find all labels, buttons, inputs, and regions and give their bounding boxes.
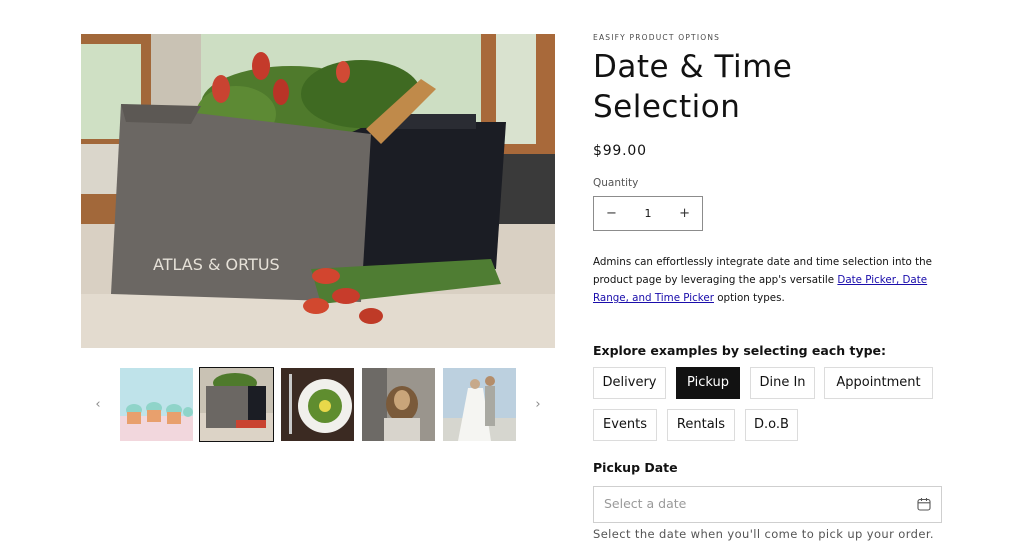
option-dob-button[interactable]: D.o.B <box>745 409 798 441</box>
thumbnail-next-icon[interactable]: › <box>528 395 548 415</box>
dog-image <box>362 368 435 441</box>
option-rentals-button[interactable]: Rentals <box>667 409 735 441</box>
tote-bag-thumb-image <box>200 368 273 441</box>
thumbnail-tote-bag[interactable] <box>199 367 274 442</box>
bag-brand-text: ATLAS & ORTUS <box>153 255 280 274</box>
thumbnail-salad[interactable] <box>281 368 354 441</box>
thumbnail-cupcakes[interactable] <box>120 368 193 441</box>
product-price: $99.00 <box>593 143 647 159</box>
thumbnail-wedding[interactable] <box>443 368 516 441</box>
pickup-date-field[interactable] <box>593 486 942 523</box>
quantity-label: Quantity <box>593 177 639 189</box>
decrease-quantity-button[interactable]: − <box>606 206 617 221</box>
product-description: Admins can effortlessly integrate date a… <box>593 253 935 307</box>
thumbnail-dog[interactable] <box>362 368 435 441</box>
thumbnail-strip: ‹ › <box>81 367 555 442</box>
wedding-image <box>443 368 516 441</box>
option-dine-in-button[interactable]: Dine In <box>750 367 815 399</box>
product-gallery: ATLAS & ORTUS ‹ › <box>81 34 555 442</box>
main-product-image[interactable]: ATLAS & ORTUS <box>81 34 555 348</box>
quantity-stepper: − 1 + <box>593 196 703 231</box>
product-vendor: EASIFY PRODUCT OPTIONS <box>593 33 721 42</box>
option-pickup-button[interactable]: Pickup <box>676 367 740 399</box>
explore-heading: Explore examples by selecting each type: <box>593 343 887 358</box>
description-text-after: option types. <box>713 292 785 304</box>
increase-quantity-button[interactable]: + <box>679 206 690 221</box>
salad-plate-image <box>281 368 354 441</box>
option-delivery-button[interactable]: Delivery <box>593 367 666 399</box>
option-appointment-button[interactable]: Appointment <box>824 367 933 399</box>
option-events-button[interactable]: Events <box>593 409 657 441</box>
pickup-date-label: Pickup Date <box>593 460 678 475</box>
product-title: Date & Time Selection <box>593 49 793 125</box>
tote-bag-photo: ATLAS & ORTUS <box>81 34 555 348</box>
pickup-date-help-text: Select the date when you'll come to pick… <box>593 527 934 541</box>
product-info: EASIFY PRODUCT OPTIONS Date & Time Selec… <box>593 33 943 541</box>
pickup-date-input[interactable] <box>594 487 894 520</box>
quantity-value[interactable]: 1 <box>645 207 652 220</box>
calendar-icon[interactable] <box>917 497 931 511</box>
cupcakes-image <box>120 368 193 441</box>
thumbnail-prev-icon[interactable]: ‹ <box>88 395 108 415</box>
